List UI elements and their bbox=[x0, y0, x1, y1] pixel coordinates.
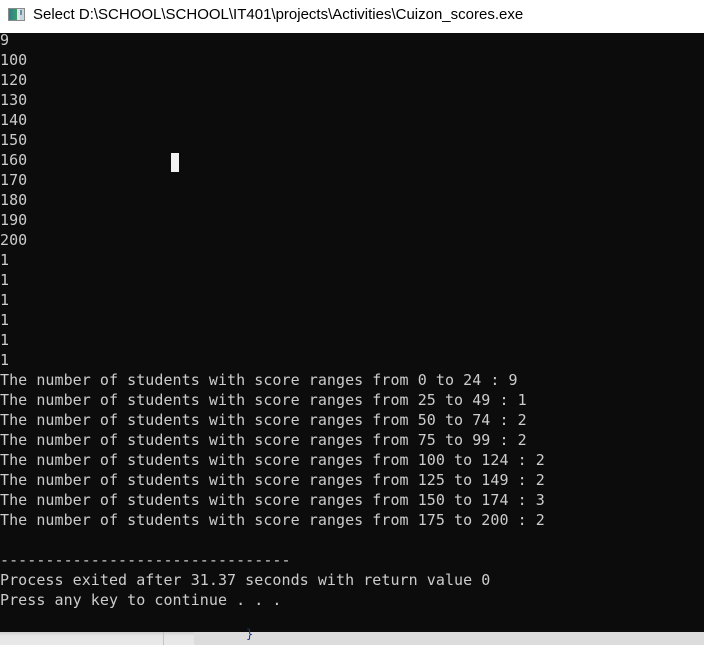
console-line: 120 bbox=[0, 71, 28, 89]
console-app-icon bbox=[8, 8, 25, 21]
console-line: 190 bbox=[0, 211, 28, 229]
editor-code-panel bbox=[194, 632, 704, 645]
console-line: Process exited after 31.37 seconds with … bbox=[0, 571, 491, 589]
console-line: The number of students with score ranges… bbox=[0, 431, 527, 449]
console-line: The number of students with score ranges… bbox=[0, 491, 545, 509]
console-line: -------------------------------- bbox=[0, 551, 291, 569]
console-line: 150 bbox=[0, 131, 28, 149]
console-line: 130 bbox=[0, 91, 28, 109]
console-line: 1 bbox=[0, 271, 10, 289]
title-bar[interactable]: Select D:\SCHOOL\SCHOOL\IT401\projects\A… bbox=[0, 0, 704, 33]
console-line: 1 bbox=[0, 311, 10, 329]
console-window: Select D:\SCHOOL\SCHOOL\IT401\projects\A… bbox=[0, 0, 704, 645]
console-line: 1 bbox=[0, 251, 10, 269]
console-line: The number of students with score ranges… bbox=[0, 511, 545, 529]
console-line: 180 bbox=[0, 191, 28, 209]
editor-brace-glyph: } bbox=[246, 627, 254, 641]
console-line: The number of students with score ranges… bbox=[0, 451, 545, 469]
console-output: 9 100 120 130 140 150 160 170 180 190 200 1 1 1 1 1 1 The… bbox=[0, 33, 545, 610]
console-line: 160 bbox=[0, 151, 28, 169]
console-line: 100 bbox=[0, 51, 28, 69]
window-title: Select D:\SCHOOL\SCHOOL\IT401\projects\A… bbox=[33, 6, 524, 23]
background-editor-strip: } bbox=[0, 627, 704, 645]
console-line: The number of students with score ranges… bbox=[0, 391, 527, 409]
console-line: 9 bbox=[0, 33, 10, 49]
console-line: The number of students with score ranges… bbox=[0, 471, 545, 489]
text-cursor bbox=[171, 153, 179, 172]
console-line: 170 bbox=[0, 171, 28, 189]
console-line: 1 bbox=[0, 351, 10, 369]
console-line: 200 bbox=[0, 231, 28, 249]
console-line: 1 bbox=[0, 331, 10, 349]
editor-gutter-divider bbox=[163, 632, 164, 645]
console-output-area[interactable]: 9 100 120 130 140 150 160 170 180 190 200 1 1 1 1 1 1 The… bbox=[0, 33, 704, 632]
console-line: 1 bbox=[0, 291, 10, 309]
console-line: 140 bbox=[0, 111, 28, 129]
console-line: The number of students with score ranges… bbox=[0, 371, 518, 389]
console-line: The number of students with score ranges… bbox=[0, 411, 527, 429]
console-line: Press any key to continue . . . bbox=[0, 591, 282, 609]
